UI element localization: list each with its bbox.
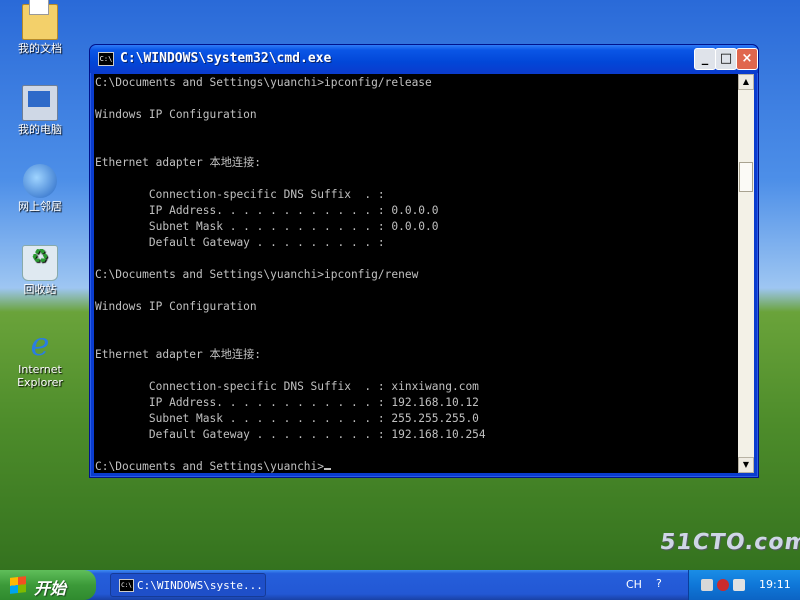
speaker-icon[interactable]: [701, 579, 713, 591]
text-cursor: [324, 468, 332, 470]
maximize-button[interactable]: □: [715, 48, 737, 70]
my-computer-icon: [22, 85, 58, 121]
cmd-icon: C:\: [119, 579, 134, 592]
desktop-icon-my-documents[interactable]: 我的文档: [0, 0, 80, 55]
language-indicator[interactable]: CH: [626, 578, 642, 591]
taskbar: 开始 C:\ C:\WINDOWS\syste... CH ? 19:11: [0, 570, 800, 600]
desktop-icon-label: 网上邻居: [18, 200, 62, 213]
console-line: IP Address. . . . . . . . . . . . : 192.…: [95, 396, 479, 409]
desktop-icon-my-computer[interactable]: 我的电脑: [0, 85, 80, 136]
cmd-icon: C:\: [98, 52, 114, 66]
console-line: Windows IP Configuration: [95, 300, 257, 313]
windows-logo-icon: [10, 576, 26, 594]
console-area[interactable]: C:\Documents and Settings\yuanchi>ipconf…: [94, 74, 754, 473]
console-line: C:\Documents and Settings\yuanchi>ipconf…: [95, 76, 432, 89]
console-line: Default Gateway . . . . . . . . . : 192.…: [95, 428, 486, 441]
console-line: Connection-specific DNS Suffix . :: [95, 188, 385, 201]
scroll-thumb[interactable]: [739, 162, 753, 192]
start-button[interactable]: 开始: [0, 570, 96, 600]
taskbar-item-label: C:\WINDOWS\syste...: [137, 579, 263, 592]
desktop-icon-recycle-bin[interactable]: 回收站: [0, 245, 80, 296]
console-line: Subnet Mask . . . . . . . . . . . : 255.…: [95, 412, 479, 425]
console-line: Connection-specific DNS Suffix . : xinxi…: [95, 380, 479, 393]
clock[interactable]: 19:11: [759, 578, 791, 591]
window-title: C:\WINDOWS\system32\cmd.exe: [120, 51, 332, 66]
console-line: C:\Documents and Settings\yuanchi>ipconf…: [95, 268, 419, 281]
close-button[interactable]: ×: [736, 48, 758, 70]
console-line: Ethernet adapter 本地连接:: [95, 156, 261, 169]
desktop-icon-label: Internet Explorer: [17, 363, 63, 389]
scroll-down-button[interactable]: ▼: [738, 457, 754, 473]
my-documents-icon: [22, 0, 58, 40]
desktop-icon-label: 回收站: [23, 283, 57, 296]
desktop-icon-label: 我的文档: [18, 42, 62, 55]
window-titlebar[interactable]: C:\ C:\WINDOWS\system32\cmd.exe _ □ ×: [90, 45, 758, 73]
system-tray: 19:11: [688, 570, 800, 600]
cmd-window[interactable]: C:\ C:\WINDOWS\system32\cmd.exe _ □ × C:…: [89, 44, 759, 478]
console-line: IP Address. . . . . . . . . . . . : 0.0.…: [95, 204, 439, 217]
network-icon[interactable]: [733, 579, 745, 591]
desktop-icon-network-places[interactable]: 网上邻居: [0, 164, 80, 213]
vertical-scrollbar[interactable]: ▲ ▼: [738, 74, 754, 473]
recycle-bin-icon: [22, 245, 58, 281]
desktop-icon-internet-explorer[interactable]: e Internet Explorer: [0, 327, 80, 389]
console-line: Default Gateway . . . . . . . . . :: [95, 236, 385, 249]
minimize-button[interactable]: _: [694, 48, 716, 70]
console-line: Subnet Mask . . . . . . . . . . . : 0.0.…: [95, 220, 439, 233]
security-shield-icon[interactable]: [717, 579, 729, 591]
console-line: Ethernet adapter 本地连接:: [95, 348, 261, 361]
taskbar-item-cmd[interactable]: C:\ C:\WINDOWS\syste...: [110, 573, 266, 597]
watermark-logo: 51CTO.com: [658, 530, 800, 555]
network-places-icon: [23, 164, 57, 198]
internet-explorer-icon: e: [30, 325, 50, 363]
start-label: 开始: [34, 579, 67, 598]
desktop-icon-label: 我的电脑: [18, 123, 62, 136]
help-icon[interactable]: ?: [656, 577, 666, 591]
console-output[interactable]: C:\Documents and Settings\yuanchi>ipconf…: [94, 74, 739, 474]
scroll-up-button[interactable]: ▲: [738, 74, 754, 90]
console-line: C:\Documents and Settings\yuanchi>: [95, 459, 739, 474]
console-line: Windows IP Configuration: [95, 108, 257, 121]
